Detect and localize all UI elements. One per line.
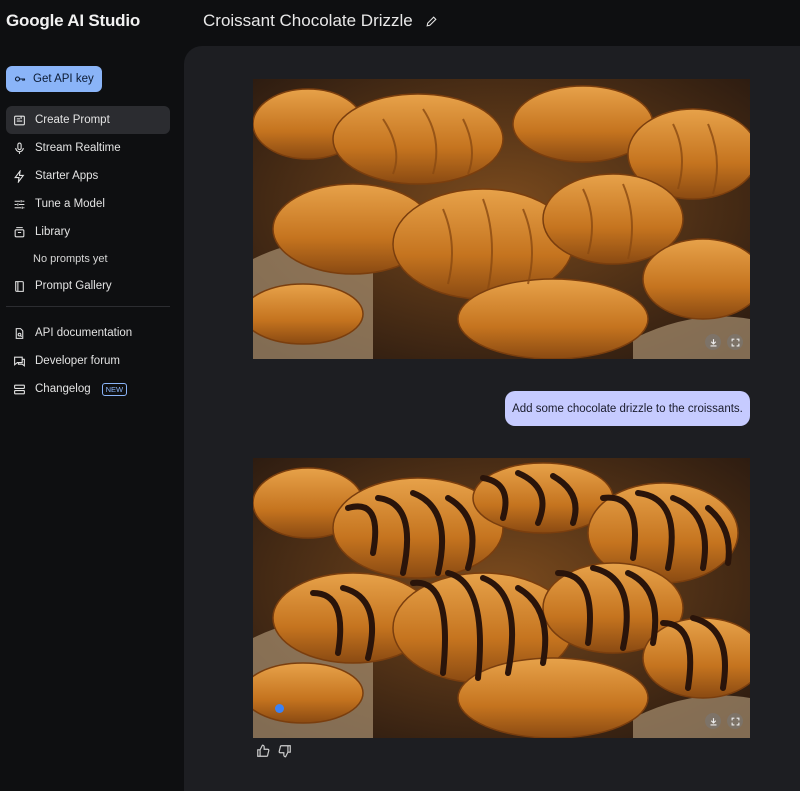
edit-pencil-icon[interactable] [425, 15, 438, 28]
library-empty-text: No prompts yet [33, 253, 108, 265]
croissants-image [253, 79, 750, 359]
microphone-icon [15, 142, 24, 154]
page-title-text: Croissant Chocolate Drizzle [203, 11, 413, 30]
sidebar-item-tune-model[interactable]: Tune a Model [6, 190, 170, 218]
download-icon [710, 338, 716, 346]
generated-image-chocolate-croissants[interactable] [253, 458, 750, 738]
get-api-key-button[interactable]: Get API key [6, 66, 102, 92]
thumbs-down-icon[interactable] [278, 744, 292, 758]
loading-indicator [275, 704, 284, 713]
changelog-icon [14, 384, 25, 394]
fullscreen-button[interactable] [727, 713, 743, 729]
sidebar-link-label: Developer forum [35, 355, 121, 367]
sidebar-item-label: Starter Apps [35, 170, 99, 182]
sidebar-nav: Create Prompt Stream Realtime Starter Ap… [6, 106, 170, 403]
sidebar-item-label: Prompt Gallery [35, 280, 112, 292]
doc-search-icon [15, 327, 24, 339]
sidebar-item-stream-realtime[interactable]: Stream Realtime [6, 134, 170, 162]
sidebar-link-changelog[interactable]: Changelog NEW [6, 375, 170, 403]
bolt-icon [14, 169, 25, 183]
sidebar-link-label: API documentation [35, 327, 133, 339]
chocolate-croissants-image [253, 458, 750, 738]
chat-panel: Add some chocolate drizzle to the croiss… [184, 46, 800, 791]
fullscreen-icon [731, 338, 739, 346]
download-button[interactable] [705, 334, 721, 350]
create-prompt-icon [14, 115, 25, 125]
download-button[interactable] [705, 713, 721, 729]
sidebar-item-starter-apps[interactable]: Starter Apps [6, 162, 170, 190]
fullscreen-button[interactable] [727, 334, 743, 350]
generated-image-croissants[interactable] [253, 79, 750, 359]
feedback-bar [256, 744, 292, 758]
sidebar-item-library[interactable]: Library [6, 218, 170, 246]
sidebar-item-label: Create Prompt [35, 114, 110, 126]
sidebar-item-label: Library [35, 226, 71, 238]
new-badge: NEW [101, 382, 128, 396]
forum-icon [14, 356, 25, 367]
gallery-book-icon [15, 280, 24, 292]
get-api-key-label: Get API key [33, 73, 94, 85]
sidebar-divider [6, 306, 170, 307]
key-icon [14, 76, 26, 82]
user-message-text: Add some chocolate drizzle to the croiss… [512, 402, 743, 415]
sidebar: Google AI Studio Get API key Create Prom… [0, 0, 178, 791]
app-brand[interactable]: Google AI Studio [6, 11, 140, 31]
fullscreen-icon [731, 717, 739, 725]
sidebar-link-developer-forum[interactable]: Developer forum [6, 347, 170, 375]
sidebar-item-prompt-gallery[interactable]: Prompt Gallery [6, 272, 170, 300]
library-icon [14, 226, 25, 237]
sidebar-item-label: Stream Realtime [35, 142, 121, 154]
tune-icon [14, 199, 25, 209]
sidebar-item-label: Tune a Model [35, 198, 105, 210]
sidebar-link-label: Changelog [35, 383, 91, 395]
thumbs-up-icon[interactable] [256, 744, 270, 758]
sidebar-item-create-prompt[interactable]: Create Prompt [6, 106, 170, 134]
page-title: Croissant Chocolate Drizzle [203, 11, 438, 31]
user-message-bubble: Add some chocolate drizzle to the croiss… [505, 391, 750, 426]
download-icon [710, 717, 716, 725]
sidebar-link-api-documentation[interactable]: API documentation [6, 319, 170, 347]
